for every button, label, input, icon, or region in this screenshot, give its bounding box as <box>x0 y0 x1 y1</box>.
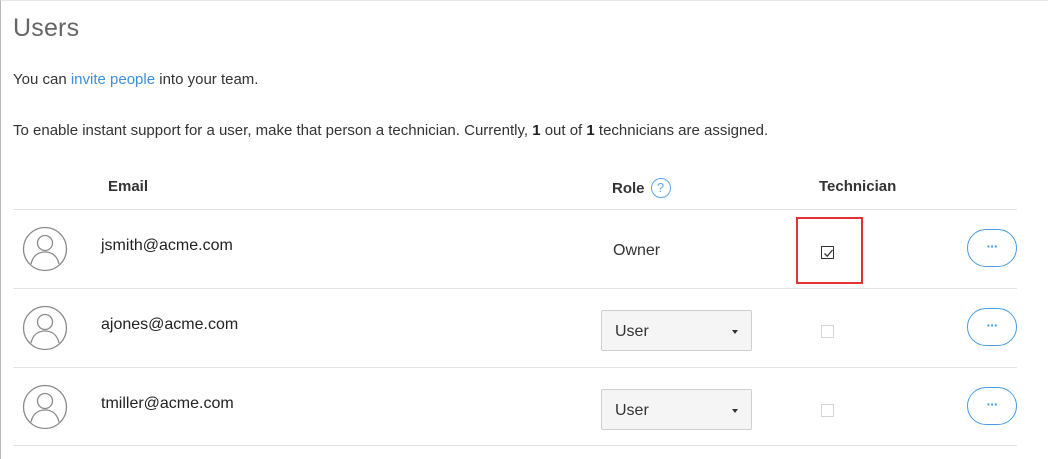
role-dropdown-value: User <box>615 323 649 340</box>
technician-checkbox[interactable] <box>821 325 834 338</box>
column-header-email: Email <box>108 178 149 195</box>
checkmark-icon <box>824 249 833 258</box>
table-row: jsmith@acme.com Owner ··· <box>1 210 1048 288</box>
user-email: ajones@acme.com <box>101 316 239 333</box>
table-row: tmiller@acme.com User ··· <box>1 368 1048 446</box>
technician-checkbox[interactable] <box>821 246 834 259</box>
role-dropdown-value: User <box>615 402 649 419</box>
user-avatar-icon <box>22 305 68 351</box>
invite-people-link[interactable]: invite people <box>71 71 155 88</box>
support-text: To enable instant support for a user, ma… <box>13 122 768 139</box>
role-header-label: Role <box>612 179 645 197</box>
row-menu-button[interactable]: ··· <box>967 387 1017 425</box>
technician-checkbox[interactable] <box>821 404 834 417</box>
row-divider <box>13 445 1017 446</box>
caret-down-icon <box>732 409 738 413</box>
intro-prefix: You can <box>13 71 71 88</box>
page-title: Users <box>13 14 80 42</box>
user-email: tmiller@acme.com <box>101 395 234 412</box>
user-email: jsmith@acme.com <box>101 237 233 254</box>
intro-suffix: into your team. <box>155 71 259 88</box>
assigned-count: 1 <box>532 122 541 139</box>
support-prefix: To enable instant support for a user, ma… <box>13 122 533 139</box>
caret-down-icon <box>732 330 738 334</box>
intro-text: You can invite people into your team. <box>13 71 258 88</box>
table-row: ajones@acme.com User ··· <box>1 289 1048 367</box>
support-suffix: technicians are assigned. <box>594 122 769 139</box>
more-horizontal-icon: ··· <box>986 238 999 254</box>
role-dropdown[interactable]: User <box>601 389 752 430</box>
user-avatar-icon <box>22 226 68 272</box>
question-circle-icon[interactable]: ? <box>650 178 671 198</box>
column-header-role: Role ? <box>612 178 671 198</box>
column-header-technician: Technician <box>819 178 897 195</box>
total-count: 1 <box>586 122 595 139</box>
row-menu-button[interactable]: ··· <box>967 308 1017 346</box>
user-avatar-icon <box>22 384 68 430</box>
role-dropdown[interactable]: User <box>601 310 752 351</box>
more-horizontal-icon: ··· <box>986 396 999 412</box>
users-page: Users You can invite people into your te… <box>0 0 1048 459</box>
more-horizontal-icon: ··· <box>986 317 999 333</box>
role-owner-label: Owner <box>613 242 661 259</box>
row-menu-button[interactable]: ··· <box>967 229 1017 267</box>
support-middle: out of <box>540 122 587 139</box>
